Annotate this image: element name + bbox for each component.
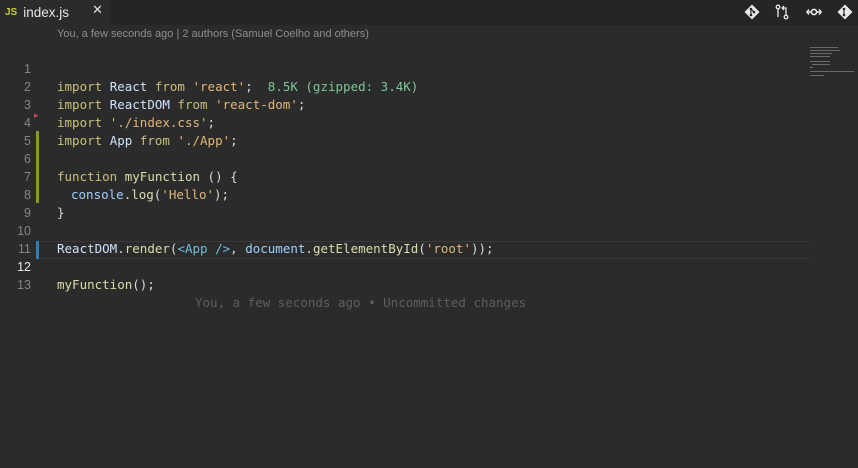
codelens-authors[interactable]: You, a few seconds ago | 2 authors (Samu…	[57, 28, 369, 40]
code-line[interactable]: 6 function myFunction () {	[0, 132, 858, 184]
code-line[interactable]: 3 import './index.css';	[0, 78, 858, 130]
code-line[interactable]: 2 import ReactDOM from 'react-dom';	[0, 60, 858, 112]
code-line[interactable]: 13	[0, 258, 858, 292]
inline-blame-annotation: You, a few seconds ago • Uncommitted cha…	[195, 295, 527, 310]
code-line[interactable]: 11	[0, 222, 858, 256]
git-blame-icon[interactable]	[837, 4, 853, 20]
git-diamond-icon[interactable]	[744, 4, 760, 20]
compare-changes-icon[interactable]	[774, 4, 790, 20]
tab-filename: index.js	[23, 5, 70, 20]
line-content: myFunction();	[57, 277, 155, 292]
code-line[interactable]: 8 }	[0, 168, 858, 220]
tab-index-js[interactable]: JS index.js ✕	[0, 0, 110, 25]
code-line[interactable]: 4 import App from './App';	[0, 96, 858, 148]
open-changes-icon[interactable]	[806, 4, 822, 20]
code-line-current[interactable]: 12 myFunction(); You, a few seconds ago …	[0, 240, 858, 310]
tab-bar: JS index.js ✕	[0, 0, 858, 25]
code-line[interactable]: 9	[0, 186, 858, 220]
code-line[interactable]: 5	[0, 114, 858, 148]
code-editor[interactable]: You, a few seconds ago | 2 authors (Samu…	[0, 25, 858, 468]
line-number: 13	[17, 278, 31, 292]
close-icon[interactable]: ✕	[92, 2, 103, 18]
code-line[interactable]: 10 ReactDOM.render(<App />, document.get…	[0, 204, 858, 256]
code-line[interactable]: 7 console.log('Hello');	[0, 150, 858, 202]
code-line[interactable]: 1 import React from 'react'; 8.5K (gzipp…	[0, 42, 858, 94]
javascript-file-icon: JS	[5, 7, 18, 18]
